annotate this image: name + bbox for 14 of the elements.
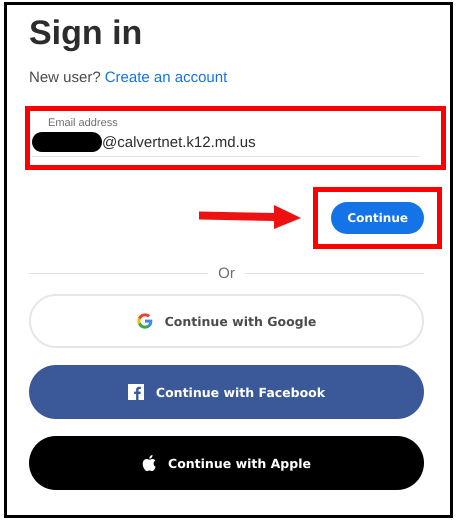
page-title: Sign in: [29, 13, 144, 54]
google-icon: [136, 313, 153, 329]
new-user-prompt: New user?: [29, 69, 101, 86]
facebook-signin-button[interactable]: Continue with Facebook: [29, 365, 424, 419]
apple-icon: [142, 455, 156, 471]
facebook-icon: [128, 384, 144, 400]
continue-button[interactable]: Continue: [331, 202, 424, 234]
email-value: @calvertnet.k12.md.us: [102, 134, 256, 150]
google-signin-button[interactable]: Continue with Google: [29, 294, 424, 348]
field-label: Email address: [48, 117, 119, 129]
apple-signin-button[interactable]: Continue with Apple: [29, 436, 424, 490]
divider-label: Or: [218, 265, 235, 282]
email-field[interactable]: Email address @calvertnet.k12.md.us: [32, 117, 419, 157]
create-account-link[interactable]: Create an account: [104, 69, 228, 86]
